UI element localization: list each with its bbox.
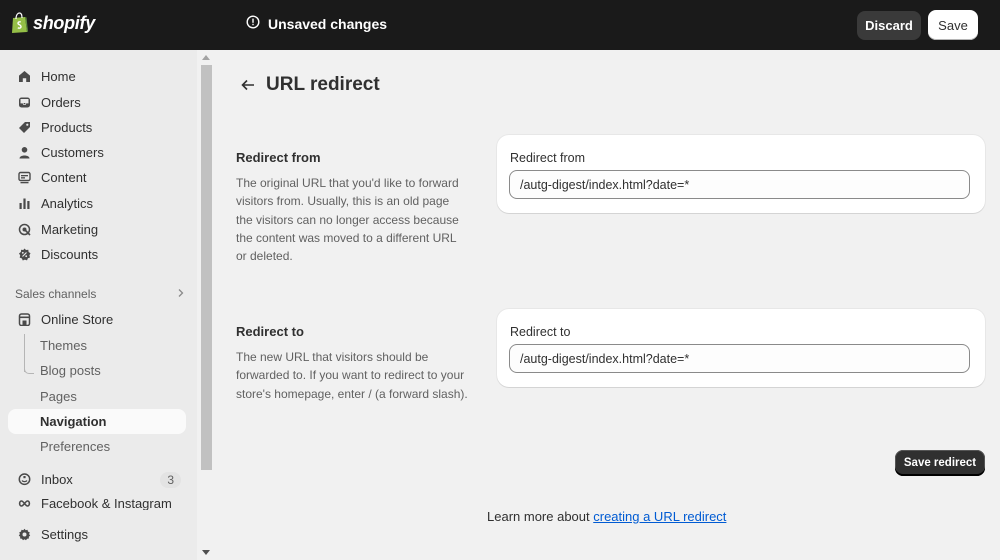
sidebar-item-label: Online Store: [41, 312, 114, 327]
sidebar-subitem-navigation[interactable]: Navigation: [8, 409, 186, 434]
content-icon: [17, 171, 31, 185]
chevron-right-icon: [177, 287, 185, 301]
sidebar-item-content[interactable]: Content: [8, 165, 186, 190]
sidebar-item-label: Orders: [41, 95, 81, 110]
back-arrow-icon[interactable]: [240, 77, 256, 93]
redirect-to-description: The new URL that visitors should be forw…: [236, 350, 468, 401]
sidebar-item-label: Inbox: [41, 472, 73, 487]
sidebar-subitem-blog-posts[interactable]: Blog posts: [8, 358, 186, 383]
sidebar-item-products[interactable]: Products: [8, 115, 186, 140]
redirect-from-card: Redirect from: [497, 135, 985, 213]
sidebar-item-settings[interactable]: Settings: [8, 522, 186, 547]
sales-channels-header[interactable]: Sales channels: [15, 287, 185, 301]
inbox-count-badge: 3: [160, 471, 181, 488]
sidebar-subitem-label: Themes: [40, 338, 87, 353]
sidebar-item-label: Products: [41, 120, 93, 135]
scroll-down-arrow-icon[interactable]: [202, 550, 210, 555]
sidebar-item-home[interactable]: Home: [8, 64, 186, 89]
discard-button[interactable]: Discard: [857, 11, 921, 40]
sidebar-subitem-label: Preferences: [40, 439, 111, 454]
top-bar: shopify Unsaved changes Discard Save: [0, 0, 1000, 50]
storefront-icon: [17, 313, 31, 327]
learn-more-footer: Learn more about creating a URL redirect: [487, 509, 726, 524]
redirect-from-field-label: Redirect from: [510, 151, 586, 165]
shopify-logo[interactable]: shopify: [11, 12, 95, 34]
home-icon: [17, 70, 31, 84]
learn-more-text: Learn more about: [487, 509, 594, 524]
infinity-icon: [17, 496, 31, 510]
redirect-to-heading: Redirect to: [236, 324, 304, 339]
redirect-to-field-label: Redirect to: [510, 325, 571, 339]
sidebar-item-online-store[interactable]: Online Store: [8, 307, 186, 332]
discount-badge-icon: [17, 248, 31, 262]
sidebar-subitem-themes[interactable]: Themes: [8, 333, 186, 358]
sidebar-item-discounts[interactable]: Discounts: [8, 242, 186, 267]
sales-channels-label: Sales channels: [15, 287, 97, 301]
unsaved-changes-text: Unsaved changes: [268, 15, 388, 32]
page-header: URL redirect: [240, 74, 380, 96]
scroll-up-arrow-icon[interactable]: [202, 55, 210, 60]
target-icon: [17, 223, 31, 237]
logo-text: shopify: [33, 12, 95, 33]
sidebar-item-label: Discounts: [41, 247, 99, 262]
person-icon: [17, 146, 31, 160]
redirect-from-description: The original URL that you'd like to forw…: [236, 176, 459, 264]
sidebar-item-label: Customers: [41, 145, 104, 160]
sidebar-subitem-pages[interactable]: Pages: [8, 384, 186, 409]
sidebar-item-label: Analytics: [41, 196, 94, 211]
tree-connector-hook: [24, 366, 34, 374]
bar-chart-icon: [17, 197, 31, 211]
sidebar-item-marketing[interactable]: Marketing: [8, 217, 186, 242]
sidebar-scrollbar-thumb[interactable]: [201, 65, 212, 470]
sidebar-subitem-label: Blog posts: [40, 363, 101, 378]
sidebar-item-inbox[interactable]: Inbox 3: [8, 467, 186, 492]
sidebar-item-label: Home: [41, 69, 76, 84]
sidebar-item-label: Facebook & Instagram: [41, 496, 172, 510]
tag-icon: [17, 121, 31, 135]
redirect-to-card: Redirect to: [497, 309, 985, 387]
inbox-tray-icon: [17, 96, 31, 110]
alert-circle-icon: [246, 15, 260, 32]
sidebar-item-label: Settings: [41, 527, 88, 542]
page-title: URL redirect: [266, 74, 380, 95]
unsaved-changes-status: Unsaved changes: [246, 15, 387, 32]
sidebar-item-label: Content: [41, 170, 87, 185]
redirect-from-input[interactable]: [509, 170, 970, 199]
sidebar-subitem-preferences[interactable]: Preferences: [8, 434, 186, 459]
sidebar-item-facebook-instagram[interactable]: Facebook & Instagram: [8, 492, 186, 510]
redirect-from-heading: Redirect from: [236, 150, 321, 165]
chat-icon: [17, 473, 31, 487]
sidebar-subitem-label: Pages: [40, 389, 77, 404]
sidebar-subitem-label: Navigation: [40, 414, 107, 429]
sidebar-item-customers[interactable]: Customers: [8, 140, 186, 165]
save-redirect-button[interactable]: Save redirect: [895, 450, 985, 476]
creating-url-redirect-link[interactable]: creating a URL redirect: [593, 509, 726, 524]
save-button[interactable]: Save: [928, 10, 978, 40]
shopify-bag-icon: [11, 12, 29, 34]
redirect-to-input[interactable]: [509, 344, 970, 373]
sidebar-item-orders[interactable]: Orders: [8, 90, 186, 115]
sidebar-item-label: Marketing: [41, 222, 99, 237]
sidebar-item-analytics[interactable]: Analytics: [8, 191, 186, 216]
gear-icon: [17, 528, 31, 542]
